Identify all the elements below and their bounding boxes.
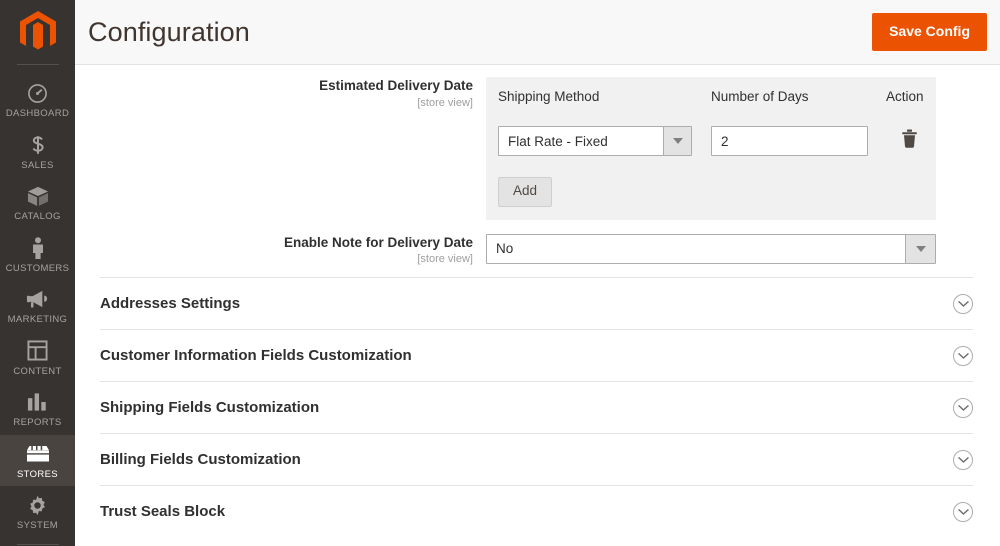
delete-row-button[interactable] [901,129,918,151]
number-of-days-input[interactable] [711,126,868,156]
section-title: Trust Seals Block [100,503,226,521]
page-header: Configuration Save Config [75,0,1000,65]
sidebar-divider-bottom [16,543,59,545]
page-title: Configuration [88,16,250,47]
chevron-down-circle-icon [953,294,973,315]
save-config-button[interactable]: Save Config [872,13,987,51]
chevron-down-circle-icon [953,398,973,419]
section-title: Addresses Settings [100,295,241,313]
section-shipping-fields-customization[interactable]: Shipping Fields Customization [100,381,973,433]
box-icon [27,185,49,207]
bar-chart-icon [27,391,48,413]
sidebar-item-label: MARKETING [7,314,68,325]
section-trust-seals-block[interactable]: Trust Seals Block [100,485,973,537]
enable-note-select[interactable]: No [486,233,936,264]
sidebar-item-label: CONTENT [13,365,62,377]
sidebar-item-label: CATALOG [14,211,61,222]
cell-action [876,116,936,167]
section-billing-fields-customization[interactable]: Billing Fields Customization [100,433,973,485]
field-scope-text: [store view] [417,96,473,109]
megaphone-icon [26,288,49,310]
field-scope-text: [store view] [417,253,473,266]
person-icon [31,236,45,259]
field-estimated-delivery-date: Estimated Delivery Date [store view] Shi… [75,65,1000,220]
storefront-icon [26,443,50,465]
section-title: Billing Fields Customization [100,451,301,469]
main-area: Configuration Save Config Estimated Deli… [75,0,1000,546]
shipping-method-value: Flat Rate - Fixed [508,133,608,149]
config-sections: Addresses Settings Customer Information … [75,277,1000,537]
sidebar-item-marketing[interactable]: MARKETING [0,280,75,332]
sidebar-divider-top [16,64,59,65]
chevron-down-icon [663,127,691,155]
section-title: Shipping Fields Customization [100,399,320,417]
sidebar-item-customers[interactable]: CUSTOMERS [0,229,75,281]
table-footer-row: Add [486,167,936,220]
dashboard-gauge-icon [27,82,48,104]
table-foot: Add [486,167,936,220]
sidebar-item-label: DASHBOARD [5,108,70,119]
config-content: Estimated Delivery Date [store view] Shi… [75,65,1000,546]
field-control-estimated-delivery-date: Shipping Method Number of Days Action Fl… [486,77,1000,220]
table-header-row: Shipping Method Number of Days Action [486,77,936,116]
column-header-shipping-method: Shipping Method [486,77,701,116]
section-customer-information-fields-customization[interactable]: Customer Information Fields Customizatio… [100,329,973,381]
table-row: Flat Rate - Fixed [486,116,936,167]
sidebar-item-catalog[interactable]: CATALOG [0,177,75,229]
field-control-enable-note: No [486,233,1000,264]
sidebar-item-system[interactable]: SYSTEM [0,486,75,538]
chevron-down-icon [905,234,935,263]
column-header-action: Action [876,77,936,116]
chevron-down-circle-icon [953,346,973,367]
section-addresses-settings[interactable]: Addresses Settings [100,277,973,329]
dollar-sign-icon [28,134,48,156]
sidebar-item-label: STORES [17,468,58,480]
shipping-method-select[interactable]: Flat Rate - Fixed [498,126,692,156]
delivery-date-table: Shipping Method Number of Days Action Fl… [486,77,936,220]
sidebar-item-reports[interactable]: REPORTS [0,383,75,435]
admin-page: DASHBOARD SALES CATALOG CUSTOMERS MARKET… [0,0,1000,546]
add-row-button[interactable]: Add [498,177,553,207]
trash-icon [901,129,918,151]
section-title: Customer Information Fields Customizatio… [100,347,412,365]
table-head: Shipping Method Number of Days Action [486,77,936,116]
field-label-enable-note: Enable Note for Delivery Date [store vie… [75,234,486,266]
sidebar-item-label: REPORTS [13,417,62,428]
cell-number-of-days [701,116,876,167]
column-header-number-of-days: Number of Days [701,77,876,116]
field-enable-note-for-delivery-date: Enable Note for Delivery Date [store vie… [75,220,1000,266]
layout-page-icon [27,340,48,362]
cell-shipping-method: Flat Rate - Fixed [486,116,701,167]
enable-note-value: No [496,241,514,257]
sidebar-item-label: CUSTOMERS [5,262,70,274]
admin-sidebar: DASHBOARD SALES CATALOG CUSTOMERS MARKET… [0,0,75,546]
sidebar-item-content[interactable]: CONTENT [0,332,75,384]
sidebar-item-label: SYSTEM [16,520,59,531]
sidebar-item-stores[interactable]: STORES [0,434,75,486]
sidebar-item-label: SALES [21,159,54,171]
field-label-text: Enable Note for Delivery Date [283,234,473,250]
sidebar-item-sales[interactable]: SALES [0,126,75,178]
field-label-estimated-delivery-date: Estimated Delivery Date [store view] [75,77,486,109]
sidebar-item-dashboard[interactable]: DASHBOARD [0,74,75,126]
magento-logo[interactable] [0,0,75,64]
chevron-down-circle-icon [953,450,973,471]
cell-add: Add [486,167,936,220]
chevron-down-circle-icon [953,502,973,523]
gear-icon [27,494,48,516]
page-actions: Save Config [872,13,987,51]
table-body: Flat Rate - Fixed [486,116,936,167]
field-label-text: Estimated Delivery Date [319,78,473,93]
